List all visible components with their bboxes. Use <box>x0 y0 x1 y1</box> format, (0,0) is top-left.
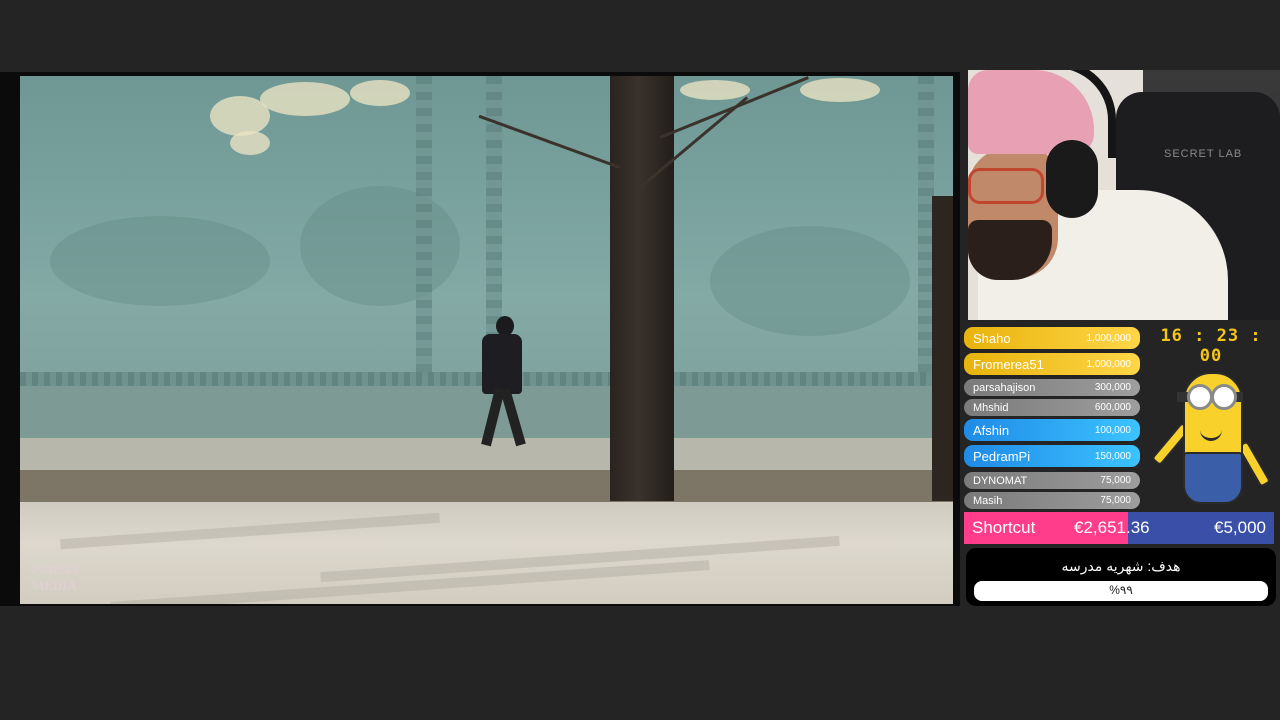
blossom <box>260 82 350 116</box>
donation-amount: 300,000 <box>1094 382 1131 393</box>
blossom <box>800 78 880 102</box>
donation-row: Afshin 100,000 <box>964 419 1140 441</box>
blossom <box>230 131 270 155</box>
donor-name: PedramPi <box>973 448 1031 464</box>
donation-amount: 75,000 <box>1100 475 1131 486</box>
road <box>20 502 953 604</box>
goal-percent: %۹۹ <box>1109 583 1133 597</box>
goal-progress-bar: %۹۹ <box>974 581 1268 601</box>
shortcut-current-amount: €2,651.36 <box>1074 518 1150 537</box>
donor-name: parsahajison <box>973 381 1036 394</box>
streamer-glasses <box>968 168 1044 204</box>
donor-name: Fromerea51 <box>973 356 1044 372</box>
donor-name: Masih <box>973 494 1003 507</box>
donation-row: Shaho 1,000,000 <box>964 327 1140 349</box>
donation-amount: 150,000 <box>1094 450 1131 462</box>
minion-overalls <box>1183 452 1243 504</box>
goal-widget: هدف: شهریه مدرسه %۹۹ <box>966 548 1276 606</box>
shortcut-goal-bar: Shortcut €2,651.36 €5,000 <box>964 512 1274 544</box>
goal-title: هدف: شهریه مدرسه <box>1061 558 1181 574</box>
donation-row: DYNOMAT 75,000 <box>964 472 1140 489</box>
stream-clock: 16 : 23 : 00 <box>1160 326 1262 366</box>
blossom <box>680 80 750 100</box>
donation-row: Mhshid 600,000 <box>964 399 1140 416</box>
donation-row: parsahajison 300,000 <box>964 379 1140 396</box>
shortcut-target-amount: €5,000 <box>1214 518 1266 537</box>
donation-amount: 1,000,000 <box>1086 358 1132 370</box>
donation-amount: 100,000 <box>1094 424 1131 436</box>
donation-amount: 1,000,000 <box>1086 332 1132 344</box>
blossom <box>350 80 410 106</box>
tree-trunk <box>610 76 674 501</box>
shortcut-label: Shortcut <box>972 518 1036 537</box>
donor-name: Shaho <box>973 330 1011 346</box>
donation-row: Fromerea51 1,000,000 <box>964 353 1140 375</box>
video-player[interactable]: PARSIA MEDIA <box>0 72 960 606</box>
donor-name: Afshin <box>973 422 1010 438</box>
wall-stain <box>300 186 460 306</box>
donation-row: Masih 75,000 <box>964 492 1140 509</box>
wall-pillar <box>416 76 432 376</box>
donation-amount: 600,000 <box>1094 402 1131 413</box>
headphones-icon <box>1046 140 1098 218</box>
tree-trunk <box>932 196 953 501</box>
wall-stain <box>50 216 270 306</box>
child-figure-head <box>496 316 514 336</box>
video-frame: PARSIA MEDIA <box>20 76 953 604</box>
curb <box>20 470 953 502</box>
child-figure-body <box>482 334 522 394</box>
donor-name: DYNOMAT <box>973 474 1028 487</box>
streamer-webcam: SECRET LAB <box>968 70 1280 320</box>
donation-amount: 75,000 <box>1100 495 1131 506</box>
minion-eye <box>1187 384 1213 410</box>
video-watermark: PARSIA MEDIA <box>32 562 79 593</box>
chair-brand-text: SECRET LAB <box>1164 148 1243 160</box>
donation-row: PedramPi 150,000 <box>964 445 1140 467</box>
wall-stain <box>710 226 910 336</box>
donor-name: Mhshid <box>973 401 1009 414</box>
minion-eye <box>1211 384 1237 410</box>
